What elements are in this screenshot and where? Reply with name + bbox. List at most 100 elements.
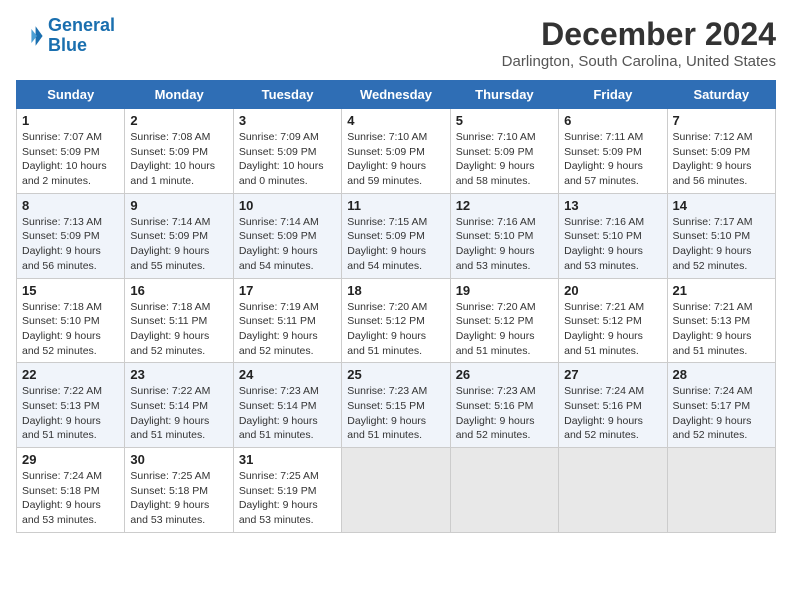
week-row-5: 29 Sunrise: 7:24 AMSunset: 5:18 PMDayligh… xyxy=(17,448,776,533)
day-header-monday: Monday xyxy=(125,81,233,109)
calendar-cell: 12 Sunrise: 7:16 AMSunset: 5:10 PMDayligh… xyxy=(450,193,558,278)
day-number: 14 xyxy=(673,198,770,213)
day-number: 7 xyxy=(673,113,770,128)
day-number: 11 xyxy=(347,198,444,213)
calendar-cell: 9Sunrise: 7:14 AMSunset: 5:09 PMDaylight… xyxy=(125,193,233,278)
day-info: Sunrise: 7:16 AMSunset: 5:10 PMDaylight:… xyxy=(456,215,553,274)
day-header-tuesday: Tuesday xyxy=(233,81,341,109)
calendar-cell: 31 Sunrise: 7:25 AMSunset: 5:19 PMDayligh… xyxy=(233,448,341,533)
calendar-cell: 14 Sunrise: 7:17 AMSunset: 5:10 PMDayligh… xyxy=(667,193,775,278)
day-info: Sunrise: 7:18 AMSunset: 5:11 PMDaylight:… xyxy=(130,300,227,359)
title-area: December 2024 Darlington, South Carolina… xyxy=(502,16,776,70)
day-number: 29 xyxy=(22,452,119,467)
header: General Blue December 2024 Darlington, S… xyxy=(16,16,776,70)
calendar-cell: 18 Sunrise: 7:20 AMSunset: 5:12 PMDayligh… xyxy=(342,278,450,363)
day-info: Sunrise: 7:14 AMSunset: 5:09 PMDaylight:… xyxy=(239,215,336,274)
calendar-cell xyxy=(450,448,558,533)
calendar-cell: 19 Sunrise: 7:20 AMSunset: 5:12 PMDayligh… xyxy=(450,278,558,363)
day-number: 19 xyxy=(456,283,553,298)
calendar-cell: 10Sunrise: 7:14 AMSunset: 5:09 PMDayligh… xyxy=(233,193,341,278)
day-info: Sunrise: 7:10 AMSunset: 5:09 PMDaylight:… xyxy=(347,130,444,189)
day-info: Sunrise: 7:20 AMSunset: 5:12 PMDaylight:… xyxy=(456,300,553,359)
day-info: Sunrise: 7:20 AMSunset: 5:12 PMDaylight:… xyxy=(347,300,444,359)
calendar-cell: 27 Sunrise: 7:24 AMSunset: 5:16 PMDayligh… xyxy=(559,363,667,448)
logo-text: General Blue xyxy=(48,16,115,56)
day-info: Sunrise: 7:09 AMSunset: 5:09 PMDaylight:… xyxy=(239,130,336,189)
calendar-cell: 11 Sunrise: 7:15 AMSunset: 5:09 PMDayligh… xyxy=(342,193,450,278)
day-number: 3 xyxy=(239,113,336,128)
calendar-cell: 16Sunrise: 7:18 AMSunset: 5:11 PMDayligh… xyxy=(125,278,233,363)
day-info: Sunrise: 7:23 AMSunset: 5:15 PMDaylight:… xyxy=(347,384,444,443)
day-number: 25 xyxy=(347,367,444,382)
day-number: 31 xyxy=(239,452,336,467)
day-info: Sunrise: 7:08 AMSunset: 5:09 PMDaylight:… xyxy=(130,130,227,189)
day-number: 8 xyxy=(22,198,119,213)
calendar-cell: 30Sunrise: 7:25 AMSunset: 5:18 PMDayligh… xyxy=(125,448,233,533)
calendar-cell xyxy=(559,448,667,533)
logo-line1: General xyxy=(48,15,115,35)
day-info: Sunrise: 7:21 AMSunset: 5:13 PMDaylight:… xyxy=(673,300,770,359)
calendar-body: 1Sunrise: 7:07 AMSunset: 5:09 PMDaylight… xyxy=(17,109,776,533)
day-info: Sunrise: 7:13 AMSunset: 5:09 PMDaylight:… xyxy=(22,215,119,274)
day-number: 18 xyxy=(347,283,444,298)
day-info: Sunrise: 7:18 AMSunset: 5:10 PMDaylight:… xyxy=(22,300,119,359)
day-header-saturday: Saturday xyxy=(667,81,775,109)
day-header-sunday: Sunday xyxy=(17,81,125,109)
day-info: Sunrise: 7:10 AMSunset: 5:09 PMDaylight:… xyxy=(456,130,553,189)
day-number: 17 xyxy=(239,283,336,298)
calendar-table: SundayMondayTuesdayWednesdayThursdayFrid… xyxy=(16,80,776,533)
day-number: 28 xyxy=(673,367,770,382)
day-number: 13 xyxy=(564,198,661,213)
day-header-wednesday: Wednesday xyxy=(342,81,450,109)
calendar-cell: 26Sunrise: 7:23 AMSunset: 5:16 PMDayligh… xyxy=(450,363,558,448)
calendar-cell: 22Sunrise: 7:22 AMSunset: 5:13 PMDayligh… xyxy=(17,363,125,448)
day-info: Sunrise: 7:25 AMSunset: 5:19 PMDaylight:… xyxy=(239,469,336,528)
day-info: Sunrise: 7:15 AMSunset: 5:09 PMDaylight:… xyxy=(347,215,444,274)
calendar-cell: 8 Sunrise: 7:13 AMSunset: 5:09 PMDaylight… xyxy=(17,193,125,278)
logo: General Blue xyxy=(16,16,115,56)
week-row-3: 15 Sunrise: 7:18 AMSunset: 5:10 PMDayligh… xyxy=(17,278,776,363)
day-number: 23 xyxy=(130,367,227,382)
calendar-cell: 2 Sunrise: 7:08 AMSunset: 5:09 PMDaylight… xyxy=(125,109,233,194)
day-info: Sunrise: 7:07 AMSunset: 5:09 PMDaylight:… xyxy=(22,130,119,189)
day-number: 5 xyxy=(456,113,553,128)
calendar-cell: 6 Sunrise: 7:11 AMSunset: 5:09 PMDaylight… xyxy=(559,109,667,194)
day-info: Sunrise: 7:24 AMSunset: 5:16 PMDaylight:… xyxy=(564,384,661,443)
day-info: Sunrise: 7:21 AMSunset: 5:12 PMDaylight:… xyxy=(564,300,661,359)
calendar-cell: 29 Sunrise: 7:24 AMSunset: 5:18 PMDayligh… xyxy=(17,448,125,533)
day-info: Sunrise: 7:19 AMSunset: 5:11 PMDaylight:… xyxy=(239,300,336,359)
month-title: December 2024 xyxy=(502,16,776,53)
calendar-cell: 28Sunrise: 7:24 AMSunset: 5:17 PMDayligh… xyxy=(667,363,775,448)
day-info: Sunrise: 7:23 AMSunset: 5:14 PMDaylight:… xyxy=(239,384,336,443)
calendar-cell: 5 Sunrise: 7:10 AMSunset: 5:09 PMDaylight… xyxy=(450,109,558,194)
calendar-cell: 1Sunrise: 7:07 AMSunset: 5:09 PMDaylight… xyxy=(17,109,125,194)
week-row-1: 1Sunrise: 7:07 AMSunset: 5:09 PMDaylight… xyxy=(17,109,776,194)
calendar-cell: 21 Sunrise: 7:21 AMSunset: 5:13 PMDayligh… xyxy=(667,278,775,363)
calendar-cell: 23Sunrise: 7:22 AMSunset: 5:14 PMDayligh… xyxy=(125,363,233,448)
week-row-4: 22Sunrise: 7:22 AMSunset: 5:13 PMDayligh… xyxy=(17,363,776,448)
calendar-cell: 25 Sunrise: 7:23 AMSunset: 5:15 PMDayligh… xyxy=(342,363,450,448)
day-number: 30 xyxy=(130,452,227,467)
day-number: 2 xyxy=(130,113,227,128)
day-number: 9 xyxy=(130,198,227,213)
day-number: 24 xyxy=(239,367,336,382)
day-number: 20 xyxy=(564,283,661,298)
calendar-cell: 3 Sunrise: 7:09 AMSunset: 5:09 PMDaylight… xyxy=(233,109,341,194)
logo-icon xyxy=(16,22,44,50)
logo-line2: Blue xyxy=(48,35,87,55)
day-info: Sunrise: 7:12 AMSunset: 5:09 PMDaylight:… xyxy=(673,130,770,189)
day-number: 6 xyxy=(564,113,661,128)
day-info: Sunrise: 7:11 AMSunset: 5:09 PMDaylight:… xyxy=(564,130,661,189)
day-number: 15 xyxy=(22,283,119,298)
day-number: 12 xyxy=(456,198,553,213)
day-info: Sunrise: 7:17 AMSunset: 5:10 PMDaylight:… xyxy=(673,215,770,274)
calendar-cell: 7 Sunrise: 7:12 AMSunset: 5:09 PMDaylight… xyxy=(667,109,775,194)
calendar-cell xyxy=(342,448,450,533)
day-number: 26 xyxy=(456,367,553,382)
day-number: 27 xyxy=(564,367,661,382)
day-info: Sunrise: 7:24 AMSunset: 5:18 PMDaylight:… xyxy=(22,469,119,528)
week-row-2: 8 Sunrise: 7:13 AMSunset: 5:09 PMDaylight… xyxy=(17,193,776,278)
calendar-cell: 4Sunrise: 7:10 AMSunset: 5:09 PMDaylight… xyxy=(342,109,450,194)
day-number: 21 xyxy=(673,283,770,298)
calendar-cell: 13Sunrise: 7:16 AMSunset: 5:10 PMDayligh… xyxy=(559,193,667,278)
